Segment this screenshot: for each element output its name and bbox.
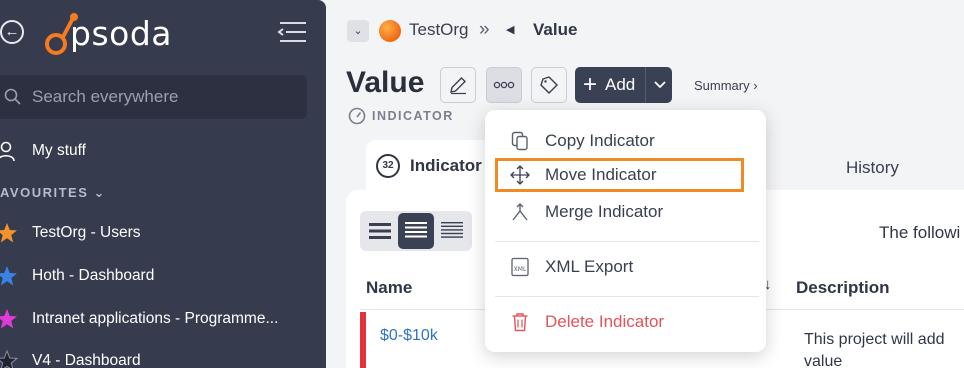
gauge-icon [348,107,366,125]
menu-divider [495,241,759,242]
search-input[interactable] [32,83,292,111]
move-icon [509,164,531,186]
pencil-icon [450,77,466,95]
star-icon [0,223,17,243]
menu-item-xml-export[interactable]: XML XML Export [485,250,766,284]
more-options-button[interactable] [486,67,522,103]
menu-item-xml-export-label: XML Export [545,257,634,276]
view-normal-button[interactable] [398,213,434,249]
favourite-item[interactable]: V4 - Dashboard [0,349,141,368]
favourite-item[interactable]: TestOrg - Users [0,221,141,245]
favourite-item-label: Hoth - Dashboard [32,267,155,284]
logo-text: psoda [70,14,172,53]
edit-button[interactable] [440,67,476,103]
breadcrumb-toggle-button[interactable]: ⌄ [347,20,369,42]
copy-icon [509,130,531,152]
org-logo-icon [379,20,401,42]
menu-item-copy-label: Copy Indicator [545,131,655,150]
svg-text:XML: XML [514,266,527,273]
menu-item-delete-label: Delete Indicator [545,312,665,331]
favourite-item-label: Intranet applications - Programme... [32,310,279,327]
merge-icon [509,201,531,223]
column-header-name[interactable]: Name [366,278,412,298]
row-status-bar [360,312,366,368]
tag-icon [540,76,558,94]
add-button-label: Add [605,75,636,94]
sidebar: ← psoda My stuff AVOURITES ⌄ TestOrg - U… [0,0,326,368]
list-compact-icon [369,223,391,239]
tab-indicator[interactable]: 32 Indicator [366,140,496,192]
star-icon [0,350,18,368]
type-label: INDICATOR [372,109,454,123]
tab-history[interactable]: History [846,158,899,178]
caret-left-icon[interactable]: ◀ [506,23,514,36]
list-dense-icon [441,222,463,238]
menu-item-delete[interactable]: Delete Indicator [485,305,766,339]
back-arrow-icon[interactable]: ← [0,20,24,44]
chevron-down-icon[interactable] [654,81,666,89]
favourite-item-label: V4 - Dashboard [32,352,141,368]
list-normal-icon [405,222,427,238]
nav-my-stuff-label: My stuff [32,142,86,159]
table-row-description: This project will add value [804,331,945,368]
add-button[interactable]: + Add [575,67,672,103]
star-icon [0,309,17,329]
breadcrumb-separator: » [479,19,490,40]
tag-button[interactable] [531,67,567,103]
page-title: Value [346,66,425,99]
favourite-item[interactable]: Intranet applications - Programme... [0,307,278,331]
chevron-down-icon: ⌄ [93,185,106,200]
favourite-item[interactable]: Hoth - Dashboard [0,264,154,288]
ellipsis-icon [493,81,515,89]
menu-collapse-icon[interactable] [276,20,310,44]
tab-count-badge: 32 [376,154,400,178]
breadcrumb-current: Value [533,20,578,39]
plus-icon: + [583,71,598,98]
view-compact-button[interactable] [362,213,398,249]
view-dense-button[interactable] [434,213,470,249]
trash-icon [509,311,531,333]
breadcrumb-org[interactable]: TestOrg [409,20,469,40]
menu-item-copy[interactable]: Copy Indicator [485,124,766,158]
tab-indicator-label: Indicator [410,156,482,175]
menu-divider [495,296,759,297]
summary-link[interactable]: Summary › [694,78,758,93]
intro-text: The followi [879,223,961,242]
xml-icon: XML [509,256,531,278]
menu-item-move-label: Move Indicator [545,165,657,184]
menu-item-move[interactable]: Move Indicator [495,158,744,192]
nav-my-stuff[interactable]: My stuff [0,139,86,163]
table-row-name-link[interactable]: $0-$10k [380,327,438,345]
column-header-description[interactable]: Description [796,278,890,298]
search-icon [4,88,21,105]
more-options-menu: Copy Indicator Move Indicator Merge Indi… [485,110,766,352]
type-row: INDICATOR [348,107,454,125]
user-icon [0,141,15,162]
menu-item-merge[interactable]: Merge Indicator [485,195,766,229]
view-toggle [360,211,472,251]
search-box[interactable] [0,75,307,119]
star-icon [0,266,17,286]
menu-item-merge-label: Merge Indicator [545,202,664,221]
favourites-header[interactable]: AVOURITES ⌄ [0,185,106,201]
favourite-item-label: TestOrg - Users [32,224,141,241]
